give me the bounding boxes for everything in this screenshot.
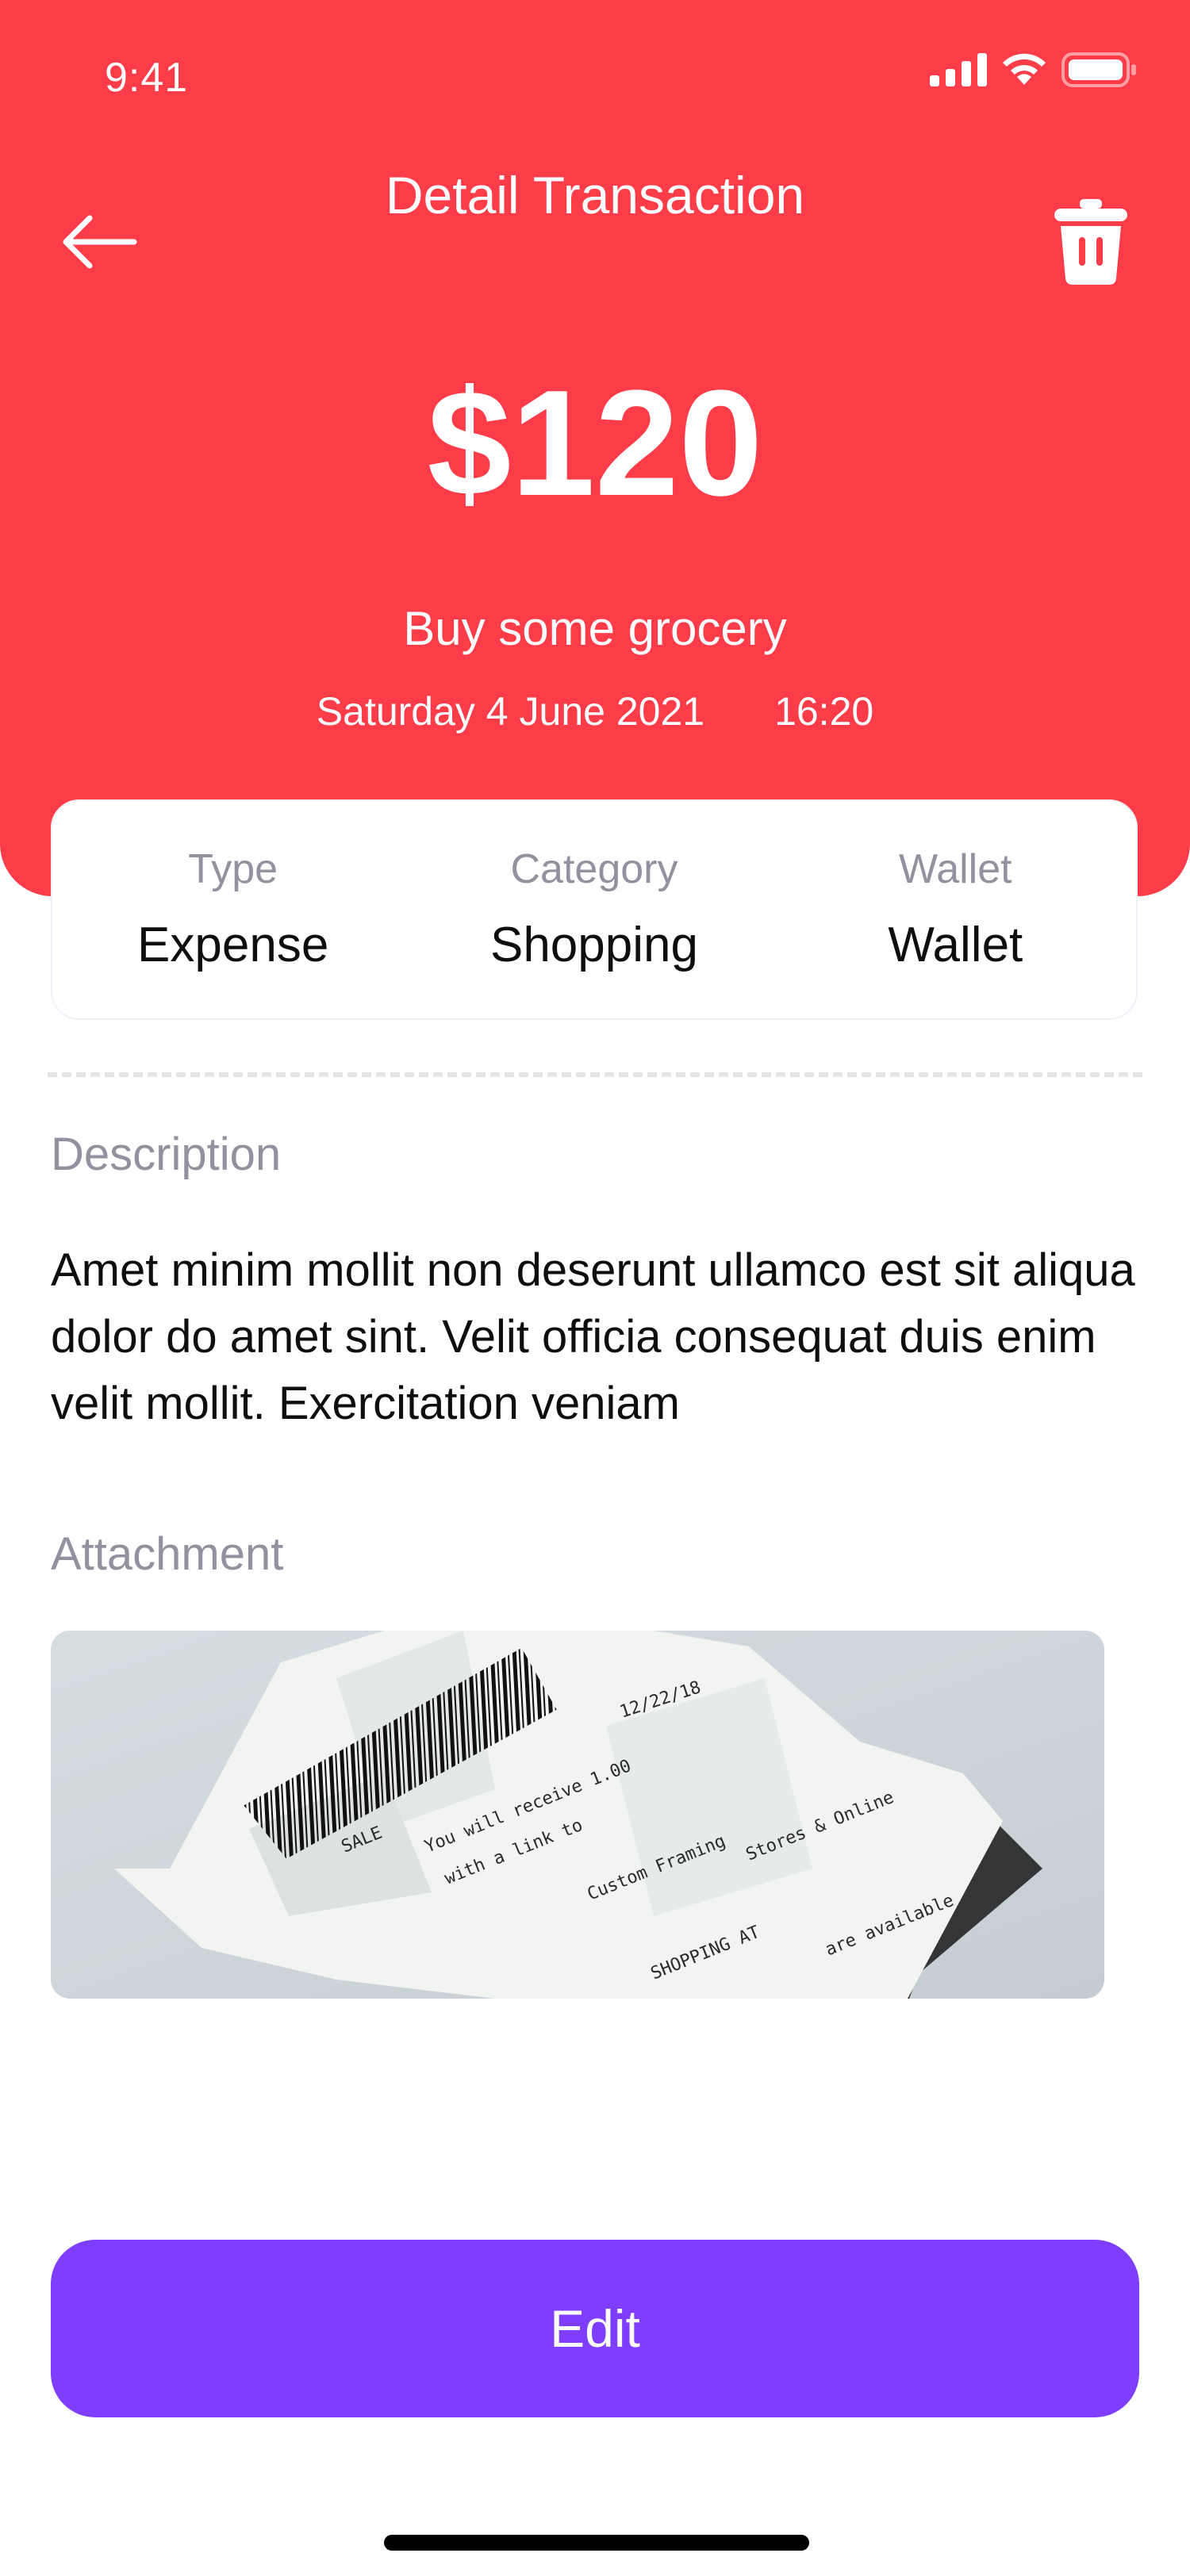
status-bar-time: 9:41 (105, 55, 189, 101)
info-wallet: Wallet Wallet (775, 801, 1136, 1018)
transaction-header: 9:41 Detail Transaction $120 Buy some gr… (0, 0, 1190, 896)
wallet-value: Wallet (888, 918, 1023, 972)
status-bar-icons (930, 49, 1138, 90)
category-label: Category (510, 846, 678, 892)
home-indicator (384, 2535, 809, 2551)
signal-icon (930, 53, 987, 86)
transaction-datetime: Saturday 4 June 2021 16:20 (0, 688, 1190, 734)
dashed-divider (48, 1072, 1142, 1077)
description-text: Amet minim mollit non deserunt ullamco e… (51, 1244, 1135, 1429)
page-title: Detail Transaction (385, 166, 805, 224)
type-value: Expense (137, 918, 329, 972)
attachment-label: Attachment (51, 1528, 284, 1580)
trash-icon (1054, 199, 1127, 285)
wallet-label: Wallet (899, 846, 1012, 892)
transaction-title: Buy some grocery (403, 602, 787, 655)
delete-button[interactable] (1047, 190, 1134, 293)
transaction-info-card: Type Expense Category Shopping Wallet Wa… (51, 799, 1138, 1020)
info-type: Type Expense (52, 801, 413, 1018)
transaction-date: Saturday 4 June 2021 (316, 689, 705, 734)
type-label: Type (188, 846, 278, 892)
attachment-image[interactable]: SALE 12/22/18 You will receive 1.00 with… (51, 1631, 1104, 1999)
description-label: Description (51, 1129, 282, 1180)
receipt-photo: SALE 12/22/18 You will receive 1.00 with… (51, 1631, 1104, 1999)
wifi-icon (1003, 53, 1046, 85)
transaction-amount: $120 (427, 359, 763, 527)
edit-button[interactable]: Edit (51, 2240, 1139, 2417)
battery-icon (1061, 52, 1136, 87)
info-category: Category Shopping (413, 801, 774, 1018)
category-value: Shopping (489, 918, 698, 972)
transaction-time: 16:20 (774, 689, 874, 734)
